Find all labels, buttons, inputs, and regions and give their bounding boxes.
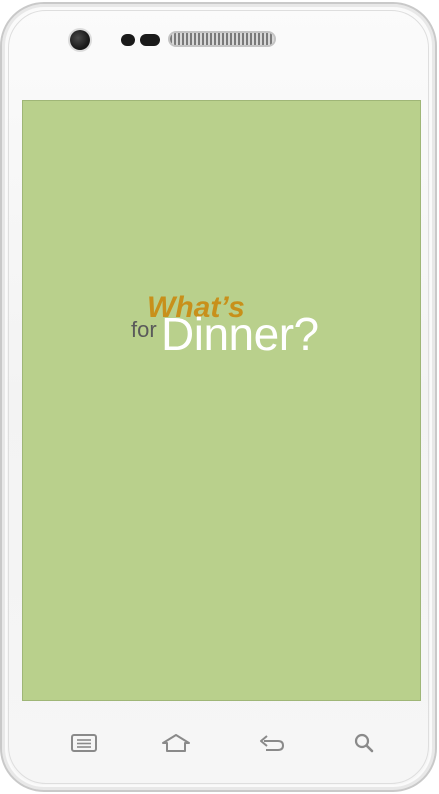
- phone-frame: What’s for Dinner?: [0, 2, 437, 792]
- back-button[interactable]: [252, 726, 292, 760]
- logo-for-text: for: [131, 317, 157, 342]
- search-button[interactable]: [344, 726, 384, 760]
- app-screen[interactable]: What’s for Dinner?: [22, 100, 421, 701]
- home-icon: [162, 734, 190, 752]
- menu-button[interactable]: [64, 726, 104, 760]
- light-sensor: [140, 34, 160, 46]
- app-logo: What’s for Dinner?: [131, 291, 341, 371]
- back-icon: [260, 735, 285, 751]
- search-icon: [354, 733, 374, 753]
- front-camera: [70, 30, 90, 50]
- home-button[interactable]: [156, 726, 196, 760]
- menu-icon: [71, 734, 97, 752]
- logo-dinner-text: Dinner?: [161, 308, 319, 360]
- hardware-nav-bar: [32, 726, 412, 760]
- proximity-sensor: [121, 34, 135, 46]
- earpiece-speaker: [170, 33, 274, 45]
